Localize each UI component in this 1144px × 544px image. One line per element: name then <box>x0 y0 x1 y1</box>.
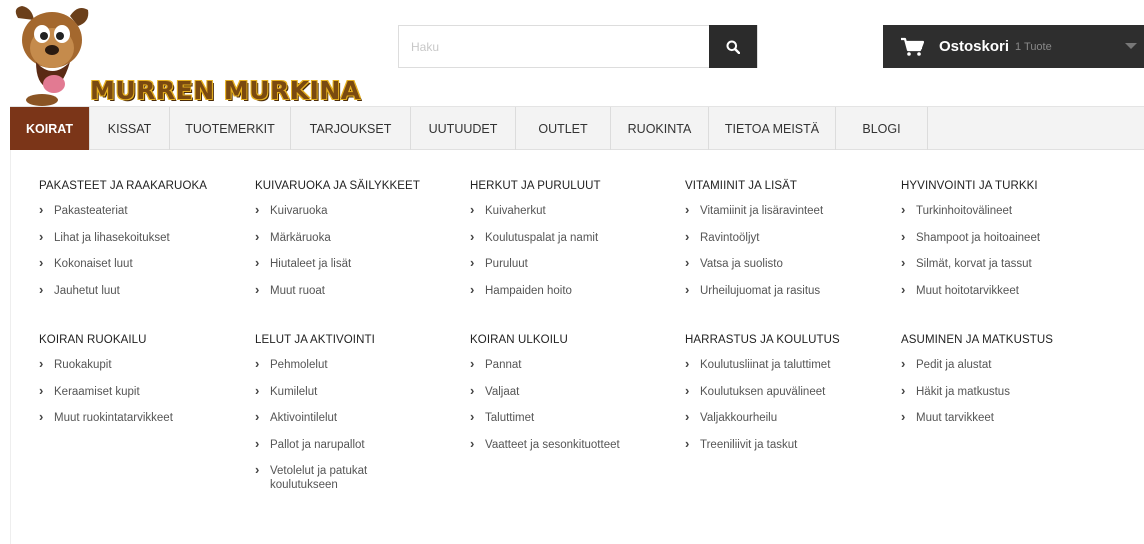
nav-item-tuotemerkit[interactable]: TUOTEMERKIT <box>170 107 291 150</box>
menu-link[interactable]: Keraamiset kupit <box>39 384 249 399</box>
menu-link[interactable]: Vitamiinit ja lisäravinteet <box>685 203 895 218</box>
menu-group-title[interactable]: PAKASTEET JA RAAKARUOKA <box>39 180 249 192</box>
search-bar <box>398 25 758 68</box>
menu-group: KOIRAN ULKOILU Pannat Valjaat Taluttimet… <box>470 334 680 464</box>
menu-link[interactable]: Lihat ja lihasekoitukset <box>39 230 249 245</box>
menu-group: VITAMIINIT JA LISÄT Vitamiinit ja lisära… <box>685 180 895 310</box>
menu-link[interactable]: Kokonaiset luut <box>39 256 249 271</box>
site-header: MURREN MURKINA Ostoskori 1 Tuote <box>0 0 1144 106</box>
nav-item-koirat[interactable]: KOIRAT <box>10 107 90 150</box>
chevron-down-icon[interactable] <box>1125 43 1137 49</box>
nav-item-tarjoukset[interactable]: TARJOUKSET <box>291 107 411 150</box>
menu-group: LELUT JA AKTIVOINTI Pehmolelut Kumilelut… <box>255 334 415 505</box>
menu-group-title[interactable]: KUIVARUOKA JA SÄILYKKEET <box>255 180 465 192</box>
menu-group: ASUMINEN JA MATKUSTUS Pedit ja alustat H… <box>901 334 1111 438</box>
menu-link[interactable]: Turkinhoitovälineet <box>901 203 1111 218</box>
menu-link[interactable]: Taluttimet <box>470 410 680 425</box>
menu-link[interactable]: Pedit ja alustat <box>901 357 1111 372</box>
menu-link[interactable]: Koulutusliinat ja taluttimet <box>685 357 895 372</box>
menu-link[interactable]: Muut ruokintatarvikkeet <box>39 410 249 425</box>
menu-group-title[interactable]: HYVINVOINTI JA TURKKI <box>901 180 1111 192</box>
menu-link[interactable]: Vatsa ja suolisto <box>685 256 895 271</box>
site-logo[interactable]: MURREN MURKINA <box>12 4 372 106</box>
menu-link[interactable]: Shampoot ja hoitoaineet <box>901 230 1111 245</box>
menu-link[interactable]: Aktivointilelut <box>255 410 415 425</box>
menu-link[interactable]: Ruokakupit <box>39 357 249 372</box>
menu-link[interactable]: Pehmolelut <box>255 357 415 372</box>
mega-menu: PAKASTEET JA RAAKARUOKA Pakasteateriat L… <box>10 150 1144 544</box>
dog-mascot-icon <box>15 6 89 106</box>
menu-link[interactable]: Puruluut <box>470 256 680 271</box>
menu-link[interactable]: Muut hoitotarvikkeet <box>901 283 1111 298</box>
logo-title: MURREN MURKINA <box>90 76 361 105</box>
menu-link[interactable]: Ravintoöljyt <box>685 230 895 245</box>
menu-link[interactable]: Vaatteet ja sesonkituotteet <box>470 437 680 452</box>
search-button[interactable] <box>709 25 757 68</box>
main-nav: KOIRAT KISSAT TUOTEMERKIT TARJOUKSET UUT… <box>10 106 1144 150</box>
nav-item-blogi[interactable]: BLOGI <box>836 107 928 150</box>
nav-item-kissat[interactable]: KISSAT <box>90 107 170 150</box>
menu-link[interactable]: Koulutuspalat ja namit <box>470 230 680 245</box>
menu-link[interactable]: Vetolelut ja patukat koulutukseen <box>255 463 405 492</box>
nav-item-ruokinta[interactable]: RUOKINTA <box>611 107 709 150</box>
menu-link[interactable]: Kumilelut <box>255 384 415 399</box>
nav-item-outlet[interactable]: OUTLET <box>516 107 611 150</box>
menu-link[interactable]: Valjakkourheilu <box>685 410 895 425</box>
menu-group: HERKUT JA PURULUUT Kuivaherkut Koulutusp… <box>470 180 680 310</box>
search-input[interactable] <box>399 26 709 67</box>
menu-link[interactable]: Pannat <box>470 357 680 372</box>
cart-button[interactable]: Ostoskori 1 Tuote <box>883 25 1144 68</box>
menu-link[interactable]: Valjaat <box>470 384 680 399</box>
cart-icon <box>901 37 924 56</box>
cart-count: 1 Tuote <box>1015 40 1052 53</box>
menu-group-title[interactable]: HARRASTUS JA KOULUTUS <box>685 334 895 346</box>
menu-link[interactable]: Koulutuksen apuvälineet <box>685 384 895 399</box>
menu-link[interactable]: Häkit ja matkustus <box>901 384 1111 399</box>
menu-link[interactable]: Hiutaleet ja lisät <box>255 256 465 271</box>
menu-group-title[interactable]: KOIRAN ULKOILU <box>470 334 680 346</box>
menu-link[interactable]: Kuivaherkut <box>470 203 680 218</box>
menu-link[interactable]: Treeniliivit ja taskut <box>685 437 895 452</box>
menu-link[interactable]: Silmät, korvat ja tassut <box>901 256 1111 271</box>
menu-link[interactable]: Urheilujuomat ja rasitus <box>685 283 895 298</box>
menu-group: PAKASTEET JA RAAKARUOKA Pakasteateriat L… <box>39 180 249 310</box>
menu-link[interactable]: Märkäruoka <box>255 230 465 245</box>
menu-group-title[interactable]: ASUMINEN JA MATKUSTUS <box>901 334 1111 346</box>
menu-group: HYVINVOINTI JA TURKKI Turkinhoitovälinee… <box>901 180 1111 310</box>
search-icon <box>726 40 740 54</box>
menu-link[interactable]: Muut ruoat <box>255 283 465 298</box>
menu-group-title[interactable]: KOIRAN RUOKAILU <box>39 334 249 346</box>
menu-link[interactable]: Jauhetut luut <box>39 283 249 298</box>
menu-link[interactable]: Pallot ja narupallot <box>255 437 415 452</box>
menu-group-title[interactable]: HERKUT JA PURULUUT <box>470 180 680 192</box>
menu-link[interactable]: Kuivaruoka <box>255 203 465 218</box>
nav-item-uutuudet[interactable]: UUTUUDET <box>411 107 516 150</box>
menu-group: KOIRAN RUOKAILU Ruokakupit Keraamiset ku… <box>39 334 249 438</box>
menu-link[interactable]: Hampaiden hoito <box>470 283 680 298</box>
cart-label: Ostoskori <box>939 38 1010 55</box>
menu-group: HARRASTUS JA KOULUTUS Koulutusliinat ja … <box>685 334 895 464</box>
menu-group-title[interactable]: VITAMIINIT JA LISÄT <box>685 180 895 192</box>
menu-link[interactable]: Muut tarvikkeet <box>901 410 1111 425</box>
menu-group: KUIVARUOKA JA SÄILYKKEET Kuivaruoka Märk… <box>255 180 465 310</box>
menu-group-title[interactable]: LELUT JA AKTIVOINTI <box>255 334 415 346</box>
nav-item-tietoa-meista[interactable]: TIETOA MEISTÄ <box>709 107 836 150</box>
menu-link[interactable]: Pakasteateriat <box>39 203 249 218</box>
